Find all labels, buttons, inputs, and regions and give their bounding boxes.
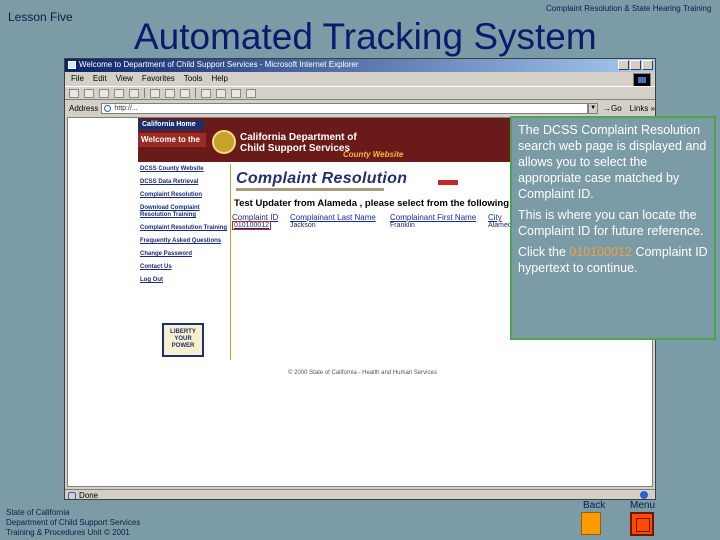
footer-line-3: Training & Procedures Unit © 2001: [6, 528, 130, 537]
course-label: Complaint Resolution & State Hearing Tra…: [546, 4, 712, 13]
nav-download-training[interactable]: Download Complaint Resolution Training: [140, 205, 228, 219]
department-line-2: Child Support Services: [240, 143, 351, 154]
slide-title: Automated Tracking System: [134, 16, 597, 57]
address-label: Address: [69, 103, 99, 113]
cell-last-name: Jackson: [290, 222, 316, 229]
site-copyright: © 2000 State of California - Health and …: [288, 370, 437, 376]
sidebar-divider: [230, 164, 231, 360]
browser-title: Welcome to Department of Child Support S…: [79, 60, 359, 69]
search-icon[interactable]: [150, 88, 160, 98]
nav-faq[interactable]: Frequently Asked Questions: [140, 238, 228, 245]
go-label: Go: [610, 103, 622, 113]
page-icon: [68, 491, 76, 499]
back-button[interactable]: [581, 512, 601, 535]
instruction-callout: The DCSS Complaint Resolution search web…: [510, 116, 716, 340]
ie-icon: [68, 61, 76, 69]
column-header-city[interactable]: City: [488, 213, 512, 222]
menu-tools[interactable]: Tools: [184, 74, 203, 83]
back-label: Back: [583, 500, 606, 511]
menu-view[interactable]: View: [116, 74, 133, 83]
mail-icon[interactable]: [201, 88, 211, 98]
minimize-button[interactable]: [618, 60, 629, 70]
california-home-link[interactable]: California Home: [138, 120, 204, 130]
cell-first-name: Franklin: [390, 222, 415, 229]
nav-log-out[interactable]: Log Out: [140, 277, 228, 284]
address-dropdown[interactable]: ▼: [588, 102, 598, 114]
menu-button[interactable]: [630, 512, 654, 536]
browser-titlebar: Welcome to Department of Child Support S…: [65, 59, 655, 72]
department-line-1: California Department of: [240, 132, 357, 143]
lesson-label: Lesson Five: [8, 10, 73, 24]
go-button[interactable]: →Go: [603, 104, 622, 113]
favorites-icon[interactable]: [165, 88, 175, 98]
back-arrow-icon[interactable]: [69, 88, 79, 98]
address-input[interactable]: http://...: [101, 102, 589, 114]
forward-arrow-icon[interactable]: [84, 88, 94, 98]
home-icon[interactable]: [129, 88, 139, 98]
nav-complaint-training[interactable]: Complaint Resolution Training: [140, 225, 228, 232]
footer-line-2: Department of Child Support Services: [6, 518, 141, 527]
callout-complaint-id: 010100012: [569, 245, 632, 259]
edit-icon[interactable]: [231, 88, 241, 98]
browser-menubar: File Edit View Favorites Tools Help: [65, 72, 655, 85]
menu-help[interactable]: Help: [211, 74, 227, 83]
nav-dcss-data-retrieval[interactable]: DCSS Data Retrieval: [140, 179, 228, 186]
toolbar-divider: [144, 88, 145, 98]
nav-contact-us[interactable]: Contact Us: [140, 264, 228, 271]
status-bar: Done: [65, 489, 655, 500]
nav-dcss-county-website[interactable]: DCSS County Website: [140, 166, 228, 173]
internet-zone-icon: [640, 491, 648, 499]
menu-file[interactable]: File: [71, 74, 84, 83]
maximize-button[interactable]: [630, 60, 641, 70]
print-icon[interactable]: [216, 88, 226, 98]
logo-accent-bar: [438, 180, 458, 185]
cell-city: Alamed: [488, 222, 512, 229]
state-seal-icon: [212, 130, 236, 154]
browser-toolbar: [65, 86, 655, 100]
menu-edit[interactable]: Edit: [93, 74, 107, 83]
welcome-label: Welcome to the: [138, 133, 206, 147]
toolbar-divider: [195, 88, 196, 98]
complaint-resolution-logo: Complaint Resolution: [236, 170, 408, 187]
results-heading: Test Updater from Alameda , please selec…: [234, 198, 533, 209]
menu-label: Menu: [630, 500, 656, 511]
discuss-icon[interactable]: [246, 88, 256, 98]
column-header-first-name[interactable]: Complainant First Name: [390, 213, 476, 222]
nav-change-password[interactable]: Change Password: [140, 251, 228, 258]
status-text: Done: [79, 491, 99, 500]
page-icon: [104, 104, 112, 112]
callout-paragraph-3: Click the 010100012 Complaint ID hyperte…: [518, 244, 708, 276]
history-icon[interactable]: [180, 88, 190, 98]
logo-underline: [236, 188, 384, 191]
links-button[interactable]: Links »: [630, 104, 655, 113]
menu-favorites[interactable]: Favorites: [142, 74, 175, 83]
callout-text: Click the: [518, 245, 570, 259]
department-name: California Department of Child Support S…: [240, 132, 357, 154]
stop-icon[interactable]: [99, 88, 109, 98]
footer-credits: State of California Department of Child …: [6, 508, 140, 538]
address-bar: Address http://... ▼ →Go Links »: [65, 101, 655, 115]
callout-paragraph-2: This is where you can locate the Complai…: [518, 208, 704, 238]
footer-line-1: State of California: [6, 508, 70, 517]
address-value: http://...: [114, 104, 138, 112]
complaint-id-link[interactable]: 010100012: [232, 221, 272, 230]
refresh-icon[interactable]: [114, 88, 124, 98]
county-website-label: County Website: [343, 150, 404, 159]
callout-paragraph-1: The DCSS Complaint Resolution search web…: [518, 123, 707, 201]
close-button[interactable]: [642, 60, 653, 70]
windows-logo-icon: [633, 73, 651, 87]
liberty-logo: LIBERTY YOUR POWER: [162, 323, 204, 357]
column-header-last-name[interactable]: Complainant Last Name: [290, 213, 376, 222]
nav-complaint-resolution[interactable]: Complaint Resolution: [140, 192, 228, 199]
